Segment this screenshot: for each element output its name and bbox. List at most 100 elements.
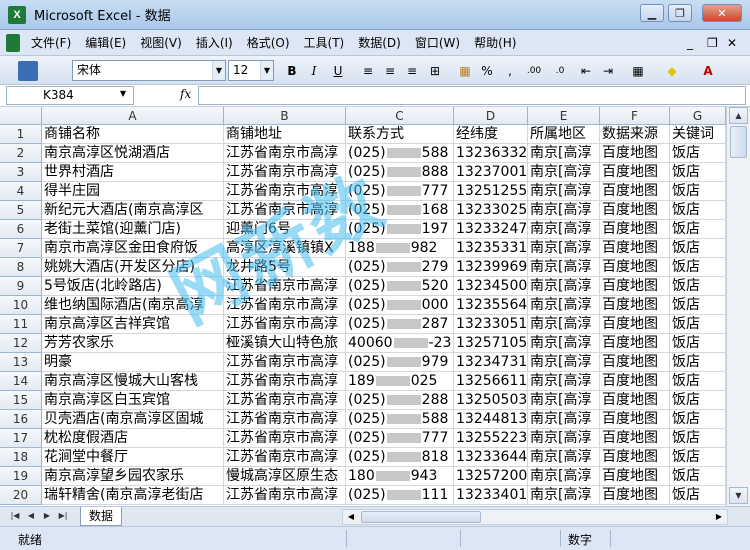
table-cell[interactable]: 百度地图 [600, 277, 670, 296]
table-cell[interactable]: 百度地图 [600, 239, 670, 258]
table-cell[interactable]: 百度地图 [600, 144, 670, 163]
table-cell[interactable]: 13236332. [454, 144, 528, 163]
table-cell[interactable]: 江苏省南京市高淳 [224, 315, 346, 334]
borders-icon[interactable]: ▦ [630, 61, 646, 81]
menu-view[interactable]: 视图(V) [133, 32, 189, 54]
minimize-button[interactable]: ▁ [640, 4, 664, 22]
formula-input[interactable] [198, 86, 746, 105]
table-cell[interactable]: 南京[高淳 [528, 467, 600, 486]
table-cell[interactable]: 龙井路5号 [224, 258, 346, 277]
name-box[interactable]: K384 [6, 86, 134, 105]
row-header[interactable]: 18 [0, 448, 42, 467]
table-cell[interactable]: 饭店 [670, 182, 726, 201]
table-cell[interactable]: 南京高淳区慢城大山客栈 [42, 372, 224, 391]
table-cell[interactable]: 江苏省南京市高淳 [224, 182, 346, 201]
column-header-f[interactable]: F [600, 107, 670, 125]
doc-minimize-icon[interactable]: _ [680, 32, 700, 54]
table-cell[interactable]: 南京[高淳 [528, 239, 600, 258]
table-cell[interactable]: 饭店 [670, 334, 726, 353]
table-cell[interactable]: 饭店 [670, 353, 726, 372]
table-cell[interactable]: (025) 279 [346, 258, 454, 277]
row-header[interactable]: 15 [0, 391, 42, 410]
table-cell[interactable]: 南京[高淳 [528, 429, 600, 448]
table-cell[interactable]: (025) 818 [346, 448, 454, 467]
table-cell[interactable]: 百度地图 [600, 372, 670, 391]
table-cell[interactable]: 百度地图 [600, 486, 670, 505]
table-cell[interactable]: 百度地图 [600, 410, 670, 429]
table-cell[interactable]: 江苏省南京市高淳 [224, 429, 346, 448]
table-cell[interactable]: 百度地图 [600, 258, 670, 277]
table-cell[interactable]: 5号饭店(北岭路店) [42, 277, 224, 296]
menu-format[interactable]: 格式(O) [240, 32, 297, 54]
table-cell[interactable]: 13239969. [454, 258, 528, 277]
spreadsheet-grid[interactable]: A B C D E F G 1 商铺名称 商铺地址 联系方式 经纬度 所属地区 数据来源 关键词 2 南京高淳区… [0, 107, 726, 506]
table-cell[interactable]: 百度地图 [600, 448, 670, 467]
table-cell[interactable]: 经纬度 [454, 125, 528, 144]
increase-indent-icon[interactable]: ⇥ [600, 61, 616, 81]
table-cell[interactable]: 13257200 [454, 467, 528, 486]
table-cell[interactable]: 饭店 [670, 296, 726, 315]
table-cell[interactable]: 南京[高淳 [528, 353, 600, 372]
table-cell[interactable]: (025) 777 [346, 429, 454, 448]
row-header[interactable]: 7 [0, 239, 42, 258]
table-cell[interactable]: 江苏省南京市高淳 [224, 410, 346, 429]
table-cell[interactable]: 饭店 [670, 239, 726, 258]
table-cell[interactable]: 南京高淳望乡园农家乐 [42, 467, 224, 486]
table-cell[interactable]: 百度地图 [600, 182, 670, 201]
table-cell[interactable]: (025) 888 [346, 163, 454, 182]
underline-icon[interactable]: U [330, 61, 346, 81]
table-cell[interactable]: 饭店 [670, 220, 726, 239]
table-cell[interactable]: 老街土菜馆(迎薰门店) [42, 220, 224, 239]
table-cell[interactable]: 瑞轩精舍(南京高淳老街店 [42, 486, 224, 505]
table-cell[interactable]: 饭店 [670, 201, 726, 220]
menu-tools[interactable]: 工具(T) [297, 32, 352, 54]
table-cell[interactable]: 江苏省南京市高淳 [224, 391, 346, 410]
vertical-scrollbar[interactable]: ▲ ▼ [726, 107, 750, 506]
align-right-icon[interactable]: ≡ [404, 61, 420, 81]
table-cell[interactable]: 芳芳农家乐 [42, 334, 224, 353]
table-cell[interactable]: 13234500 [454, 277, 528, 296]
table-cell[interactable]: 13233644. [454, 448, 528, 467]
table-cell[interactable]: 江苏省南京市高淳 [224, 372, 346, 391]
row-header[interactable]: 3 [0, 163, 42, 182]
table-cell[interactable]: 南京[高淳 [528, 448, 600, 467]
table-cell[interactable]: 南京市高淳区金田食府饭 [42, 239, 224, 258]
table-cell[interactable]: 13250503. [454, 391, 528, 410]
table-cell[interactable]: 百度地图 [600, 296, 670, 315]
menu-insert[interactable]: 插入(I) [189, 32, 240, 54]
font-size-select[interactable]: 12 ▼ [228, 60, 274, 81]
table-cell[interactable]: (025) 520 [346, 277, 454, 296]
table-cell[interactable]: 南京[高淳 [528, 410, 600, 429]
table-cell[interactable]: 南京[高淳 [528, 277, 600, 296]
table-cell[interactable]: 百度地图 [600, 220, 670, 239]
table-cell[interactable]: 世界村酒店 [42, 163, 224, 182]
merge-center-icon[interactable]: ⊞ [426, 61, 444, 81]
table-cell[interactable]: 所属地区 [528, 125, 600, 144]
table-cell[interactable]: 花涧堂中餐厅 [42, 448, 224, 467]
table-cell[interactable]: 180 943 [346, 467, 454, 486]
column-header-g[interactable]: G [670, 107, 726, 125]
table-cell[interactable]: 百度地图 [600, 315, 670, 334]
table-cell[interactable]: 江苏省南京市高淳 [224, 201, 346, 220]
table-cell[interactable]: 南京[高淳 [528, 486, 600, 505]
table-cell[interactable]: 13233401. [454, 486, 528, 505]
table-cell[interactable]: 得半庄园 [42, 182, 224, 201]
table-cell[interactable]: 联系方式 [346, 125, 454, 144]
column-header-a[interactable]: A [42, 107, 224, 125]
table-cell[interactable]: 江苏省南京市高淳 [224, 163, 346, 182]
row-header[interactable]: 4 [0, 182, 42, 201]
namebox-dropdown-icon[interactable]: ▼ [120, 89, 126, 98]
table-cell[interactable]: 南京[高淳 [528, 258, 600, 277]
table-cell[interactable]: 189 025 [346, 372, 454, 391]
table-cell[interactable]: 江苏省南京市高淳 [224, 486, 346, 505]
table-cell[interactable]: 南京[高淳 [528, 372, 600, 391]
table-cell[interactable]: 饭店 [670, 467, 726, 486]
table-cell[interactable]: 江苏省南京市高淳 [224, 296, 346, 315]
table-cell[interactable]: 商铺名称 [42, 125, 224, 144]
table-cell[interactable]: 南京[高淳 [528, 391, 600, 410]
prev-sheet-icon[interactable]: ◀ [24, 509, 38, 523]
table-cell[interactable]: 高淳区淳溪镇镇X [224, 239, 346, 258]
row-header[interactable]: 10 [0, 296, 42, 315]
doc-close-icon[interactable]: ✕ [720, 32, 744, 54]
table-cell[interactable]: 饭店 [670, 144, 726, 163]
